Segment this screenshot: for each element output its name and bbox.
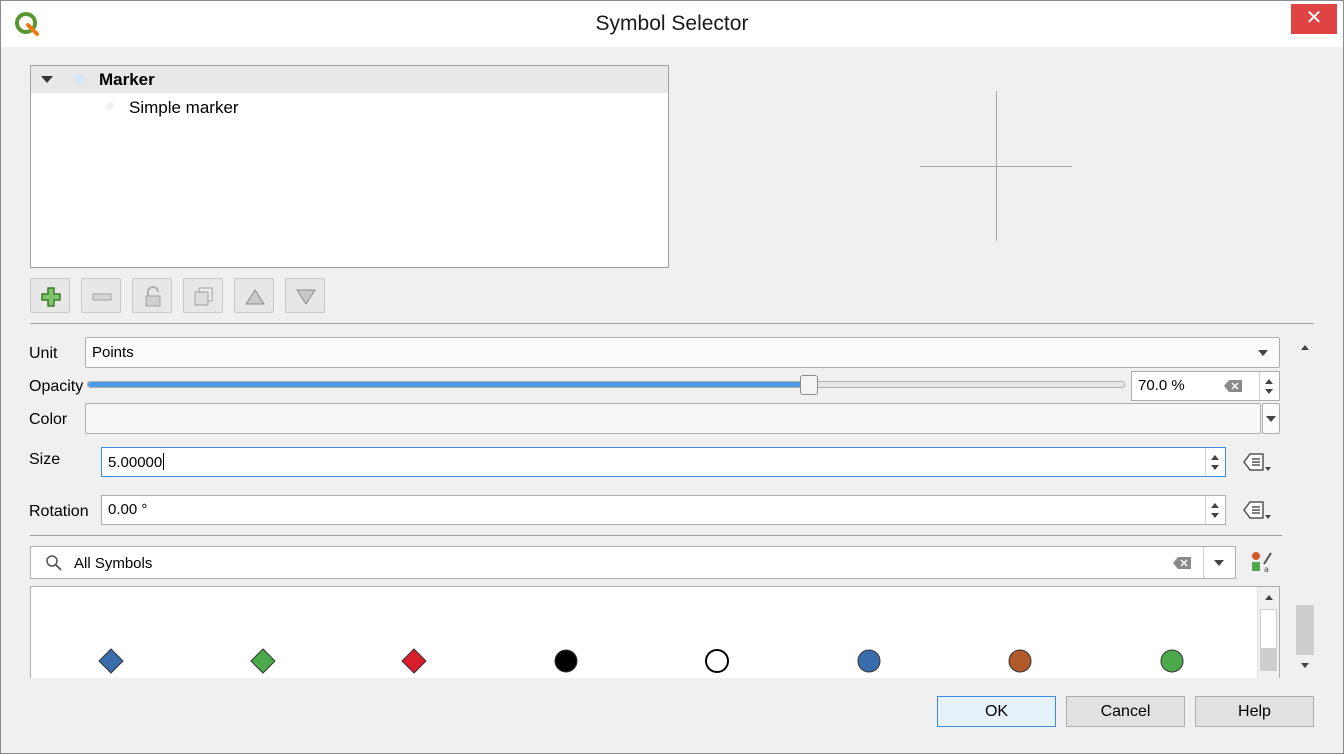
move-down-icon [296,289,316,305]
lock-icon [145,286,161,307]
title-bar: Symbol Selector ✕ [1,1,1343,47]
opacity-stepper[interactable] [1259,372,1279,400]
close-button[interactable]: ✕ [1291,4,1337,34]
symbol-item-diamond[interactable] [97,647,125,675]
panel-scrollbar[interactable] [1295,337,1315,679]
color-label: Color [29,411,68,428]
marker-preview-icon [74,74,84,84]
clear-icon[interactable] [1173,557,1191,569]
duplicate-icon [194,287,213,306]
unit-value: Points [92,344,134,361]
rotation-value: 0.00 ° [108,501,148,518]
scrollbar-thumb[interactable] [1296,605,1314,655]
opacity-value: 70.0 % [1138,377,1185,394]
cancel-button[interactable]: Cancel [1066,696,1185,727]
symbol-selector-dialog: Symbol Selector ✕ Marker Simple marker U… [0,0,1344,754]
symbol-item-circle[interactable] [1006,647,1034,675]
step-up-icon[interactable] [1211,503,1219,508]
symbol-list[interactable] [30,586,1280,678]
search-icon [46,555,62,571]
size-value: 5.00000 [108,453,165,471]
tree-item-marker[interactable]: Marker [31,66,668,93]
size-input[interactable]: 5.00000 [101,447,1226,477]
add-symbol-layer-button[interactable] [30,278,70,313]
rotation-label: Rotation [29,503,89,520]
preview-crosshair-vertical [996,91,997,241]
size-label: Size [29,451,61,468]
unit-label: Unit [29,345,58,362]
expand-arrow-icon[interactable] [41,76,53,83]
step-down-icon[interactable] [1265,389,1273,394]
tree-item-simple-marker[interactable]: Simple marker [31,94,668,121]
symbol-search-box[interactable]: All Symbols [30,546,1236,579]
symbol-item-circle-outline[interactable] [703,647,731,675]
symbol-item-diamond[interactable] [400,647,428,675]
opacity-spinbox[interactable]: 70.0 % [1131,371,1280,401]
symbol-item-circle[interactable] [855,647,883,675]
search-value: All Symbols [74,555,153,572]
svg-text:a: a [1264,565,1269,574]
symbol-preview [920,91,1072,241]
style-manager-icon[interactable]: a [1250,550,1274,574]
help-button[interactable]: Help [1195,696,1314,727]
move-up-icon [245,289,265,305]
text-cursor [163,453,165,470]
remove-layer-icon [92,293,112,301]
add-layer-icon [41,287,61,307]
opacity-slider-handle[interactable] [800,375,818,395]
scroll-up-icon[interactable] [1265,595,1273,600]
scroll-up-icon[interactable] [1301,345,1309,350]
remove-symbol-layer-button[interactable] [81,278,121,313]
step-up-icon[interactable] [1211,455,1219,460]
step-down-icon[interactable] [1211,465,1219,470]
symbol-item-circle[interactable] [552,647,580,675]
clear-icon[interactable] [1224,380,1242,392]
rotation-stepper[interactable] [1205,496,1225,524]
opacity-label: Opacity [29,378,84,395]
ok-button[interactable]: OK [937,696,1056,727]
symbol-layer-tree[interactable]: Marker Simple marker [30,65,669,268]
data-defined-override-icon[interactable] [1241,498,1271,522]
duplicate-layer-button[interactable] [183,278,223,313]
window-title: Symbol Selector [595,12,749,35]
color-menu-button[interactable] [1262,403,1280,434]
divider [1203,547,1204,578]
tree-item-label: Simple marker [129,98,239,117]
chevron-down-icon[interactable] [1214,560,1224,566]
opacity-slider-fill [88,382,813,387]
chevron-down-icon [1258,350,1268,356]
data-defined-override-icon[interactable] [1241,450,1271,474]
scroll-down-icon[interactable] [1301,663,1309,668]
color-button[interactable] [85,403,1261,434]
symbol-list-scrollbar[interactable] [1257,587,1279,678]
tree-item-label: Marker [99,70,155,89]
scrollbar-track[interactable] [1260,649,1277,671]
chevron-down-icon [1266,416,1276,422]
scrollbar-thumb[interactable] [1260,609,1277,649]
lock-layer-color-button[interactable] [132,278,172,313]
symbol-item-circle[interactable] [1158,647,1186,675]
step-down-icon[interactable] [1211,513,1219,518]
simple-marker-preview-icon [106,102,114,110]
step-up-icon[interactable] [1265,379,1273,384]
divider [30,323,1314,324]
unit-select[interactable]: Points [85,337,1280,368]
rotation-input[interactable]: 0.00 ° [101,495,1226,525]
move-up-button[interactable] [234,278,274,313]
symbol-item-diamond[interactable] [249,647,277,675]
divider [30,535,1282,536]
size-stepper[interactable] [1205,448,1225,476]
opacity-slider-track[interactable] [87,381,1125,388]
move-down-button[interactable] [285,278,325,313]
